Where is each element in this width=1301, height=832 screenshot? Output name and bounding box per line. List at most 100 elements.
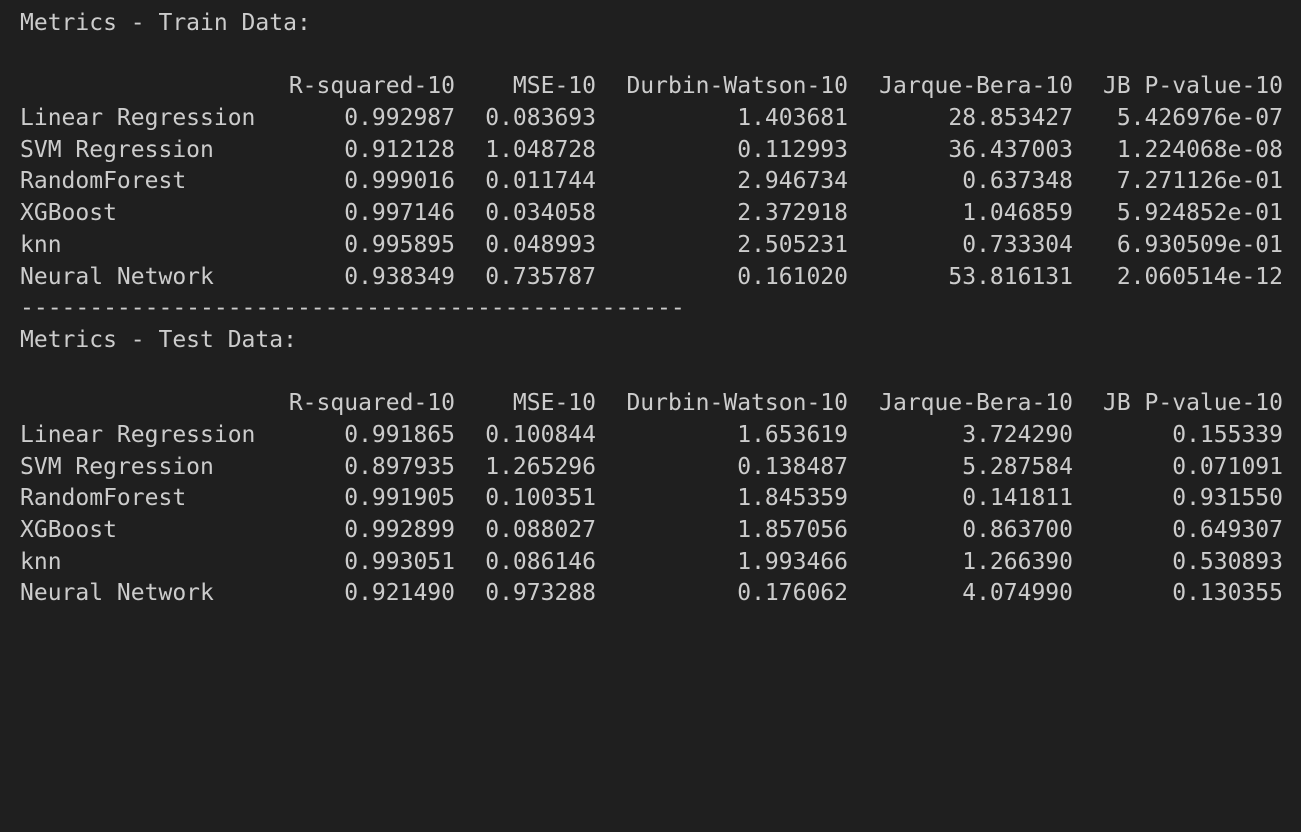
row-label: knn: [20, 548, 62, 575]
row-label: RandomForest: [20, 485, 187, 512]
durbin-watson-value: 0.138487: [737, 453, 848, 480]
r-squared-value: 0.992899: [344, 517, 455, 543]
header-jarque-bera: Jarque-Bera-10: [879, 390, 1073, 417]
table-row: Neural Network 0.921490 0.973288 0.17606…: [20, 578, 1290, 610]
durbin-watson-value: 0.176062: [737, 580, 848, 607]
jb-pvalue-value: 0.530893: [1172, 548, 1283, 575]
test-title: Metrics - Test Data:: [20, 326, 297, 353]
jb-pvalue-value: 1.224068e-08: [1116, 136, 1283, 163]
durbin-watson-value: 1.653619: [737, 421, 848, 448]
jb-pvalue-value: 0.155339: [1172, 421, 1283, 448]
mse-value: 0.735787: [485, 263, 596, 290]
table-row: knn 0.995895 0.048993 2.505231 0.733304 …: [20, 230, 1290, 262]
row-label: knn: [20, 231, 62, 258]
table-row: Linear Regression 0.991865 0.100844 1.65…: [20, 420, 1290, 452]
jarque-bera-value: 28.853427: [948, 105, 1073, 132]
mse-value: 0.100351: [485, 485, 596, 512]
jb-pvalue-value: 7.271126e-01: [1116, 168, 1283, 195]
table-row: Neural Network 0.938349 0.735787 0.16102…: [20, 262, 1290, 294]
durbin-watson-value: 2.372918: [737, 200, 848, 227]
mse-value: 0.973288: [485, 580, 596, 607]
header-durbin-watson: Durbin-Watson-10: [626, 73, 848, 100]
row-label: Linear Regression: [20, 105, 256, 132]
durbin-watson-value: 2.946734: [737, 168, 848, 195]
r-squared-value: 0.993051: [344, 548, 455, 575]
table-row: RandomForest 0.999016 0.011744 2.946734 …: [20, 166, 1290, 198]
mse-value: 0.034058: [485, 200, 596, 227]
jarque-bera-value: 36.437003: [948, 136, 1073, 163]
header-mse: MSE-10: [512, 390, 596, 417]
row-label: XGBoost: [20, 517, 117, 543]
jarque-bera-value: 4.074990: [962, 580, 1073, 607]
table-row: XGBoost 0.992899 0.088027 1.857056 0.863…: [20, 515, 1290, 547]
header-r-squared: R-squared-10: [288, 390, 455, 417]
durbin-watson-value: 1.993466: [737, 548, 848, 575]
header-jb-pvalue: JB P-value-10: [1102, 390, 1283, 417]
row-label: XGBoost: [20, 200, 117, 227]
jarque-bera-value: 5.287584: [962, 453, 1073, 480]
jarque-bera-value: 1.046859: [962, 200, 1073, 227]
row-label: Neural Network: [20, 580, 214, 607]
r-squared-value: 0.897935: [344, 453, 455, 480]
test-header-row: R-squared-10 MSE-10 Durbin-Watson-10 Jar…: [20, 388, 1290, 420]
jb-pvalue-value: 0.071091: [1172, 453, 1283, 480]
jb-pvalue-value: 5.426976e-07: [1116, 105, 1283, 132]
r-squared-value: 0.997146: [344, 200, 455, 227]
durbin-watson-value: 1.857056: [737, 517, 848, 543]
table-row: SVM Regression 0.912128 1.048728 0.11299…: [20, 135, 1290, 167]
table-row: SVM Regression 0.897935 1.265296 0.13848…: [20, 452, 1290, 484]
jarque-bera-value: 0.863700: [962, 517, 1073, 543]
r-squared-value: 0.995895: [344, 231, 455, 258]
header-r-squared: R-squared-10: [288, 73, 455, 100]
r-squared-value: 0.991865: [344, 421, 455, 448]
jarque-bera-value: 3.724290: [962, 421, 1073, 448]
r-squared-value: 0.912128: [344, 136, 455, 163]
mse-value: 0.083693: [485, 105, 596, 132]
row-label: SVM Regression: [20, 136, 214, 163]
table-row: Linear Regression 0.992987 0.083693 1.40…: [20, 103, 1290, 135]
jarque-bera-value: 0.141811: [962, 485, 1073, 512]
mse-value: 1.265296: [485, 453, 596, 480]
jb-pvalue-value: 5.924852e-01: [1116, 200, 1283, 227]
header-jb-pvalue: JB P-value-10: [1102, 73, 1283, 100]
row-label: Linear Regression: [20, 421, 256, 448]
row-label: SVM Regression: [20, 453, 214, 480]
table-row: XGBoost 0.997146 0.034058 2.372918 1.046…: [20, 198, 1290, 230]
header-durbin-watson: Durbin-Watson-10: [626, 390, 848, 417]
mse-value: 0.086146: [485, 548, 596, 575]
train-title: Metrics - Train Data:: [20, 10, 311, 36]
jarque-bera-value: 1.266390: [962, 548, 1073, 575]
mse-value: 1.048728: [485, 136, 596, 163]
jarque-bera-value: 0.733304: [962, 231, 1073, 258]
jarque-bera-value: 53.816131: [948, 263, 1073, 290]
mse-value: 0.048993: [485, 231, 596, 258]
jb-pvalue-value: 0.649307: [1172, 517, 1283, 543]
r-squared-value: 0.999016: [344, 168, 455, 195]
cell-output: Metrics - Train Data: R-squared-10 MSE-1…: [20, 8, 1290, 610]
jb-pvalue-value: 0.931550: [1172, 485, 1283, 512]
table-row: RandomForest 0.991905 0.100351 1.845359 …: [20, 483, 1290, 515]
jb-pvalue-value: 6.930509e-01: [1116, 231, 1283, 258]
header-mse: MSE-10: [512, 73, 596, 100]
durbin-watson-value: 0.161020: [737, 263, 848, 290]
durbin-watson-value: 0.112993: [737, 136, 848, 163]
r-squared-value: 0.938349: [344, 263, 455, 290]
row-label: RandomForest: [20, 168, 187, 195]
r-squared-value: 0.991905: [344, 485, 455, 512]
mse-value: 0.088027: [485, 517, 596, 543]
r-squared-value: 0.992987: [344, 105, 455, 132]
table-row: knn 0.993051 0.086146 1.993466 1.266390 …: [20, 547, 1290, 579]
r-squared-value: 0.921490: [344, 580, 455, 607]
jb-pvalue-value: 0.130355: [1172, 580, 1283, 607]
row-label: Neural Network: [20, 263, 214, 290]
mse-value: 0.011744: [485, 168, 596, 195]
durbin-watson-value: 1.403681: [737, 105, 848, 132]
durbin-watson-value: 2.505231: [737, 231, 848, 258]
durbin-watson-value: 1.845359: [737, 485, 848, 512]
jb-pvalue-value: 2.060514e-12: [1116, 263, 1283, 290]
section-separator: ----------------------------------------…: [20, 295, 685, 322]
header-jarque-bera: Jarque-Bera-10: [879, 73, 1073, 100]
train-header-row: R-squared-10 MSE-10 Durbin-Watson-10 Jar…: [20, 71, 1290, 103]
